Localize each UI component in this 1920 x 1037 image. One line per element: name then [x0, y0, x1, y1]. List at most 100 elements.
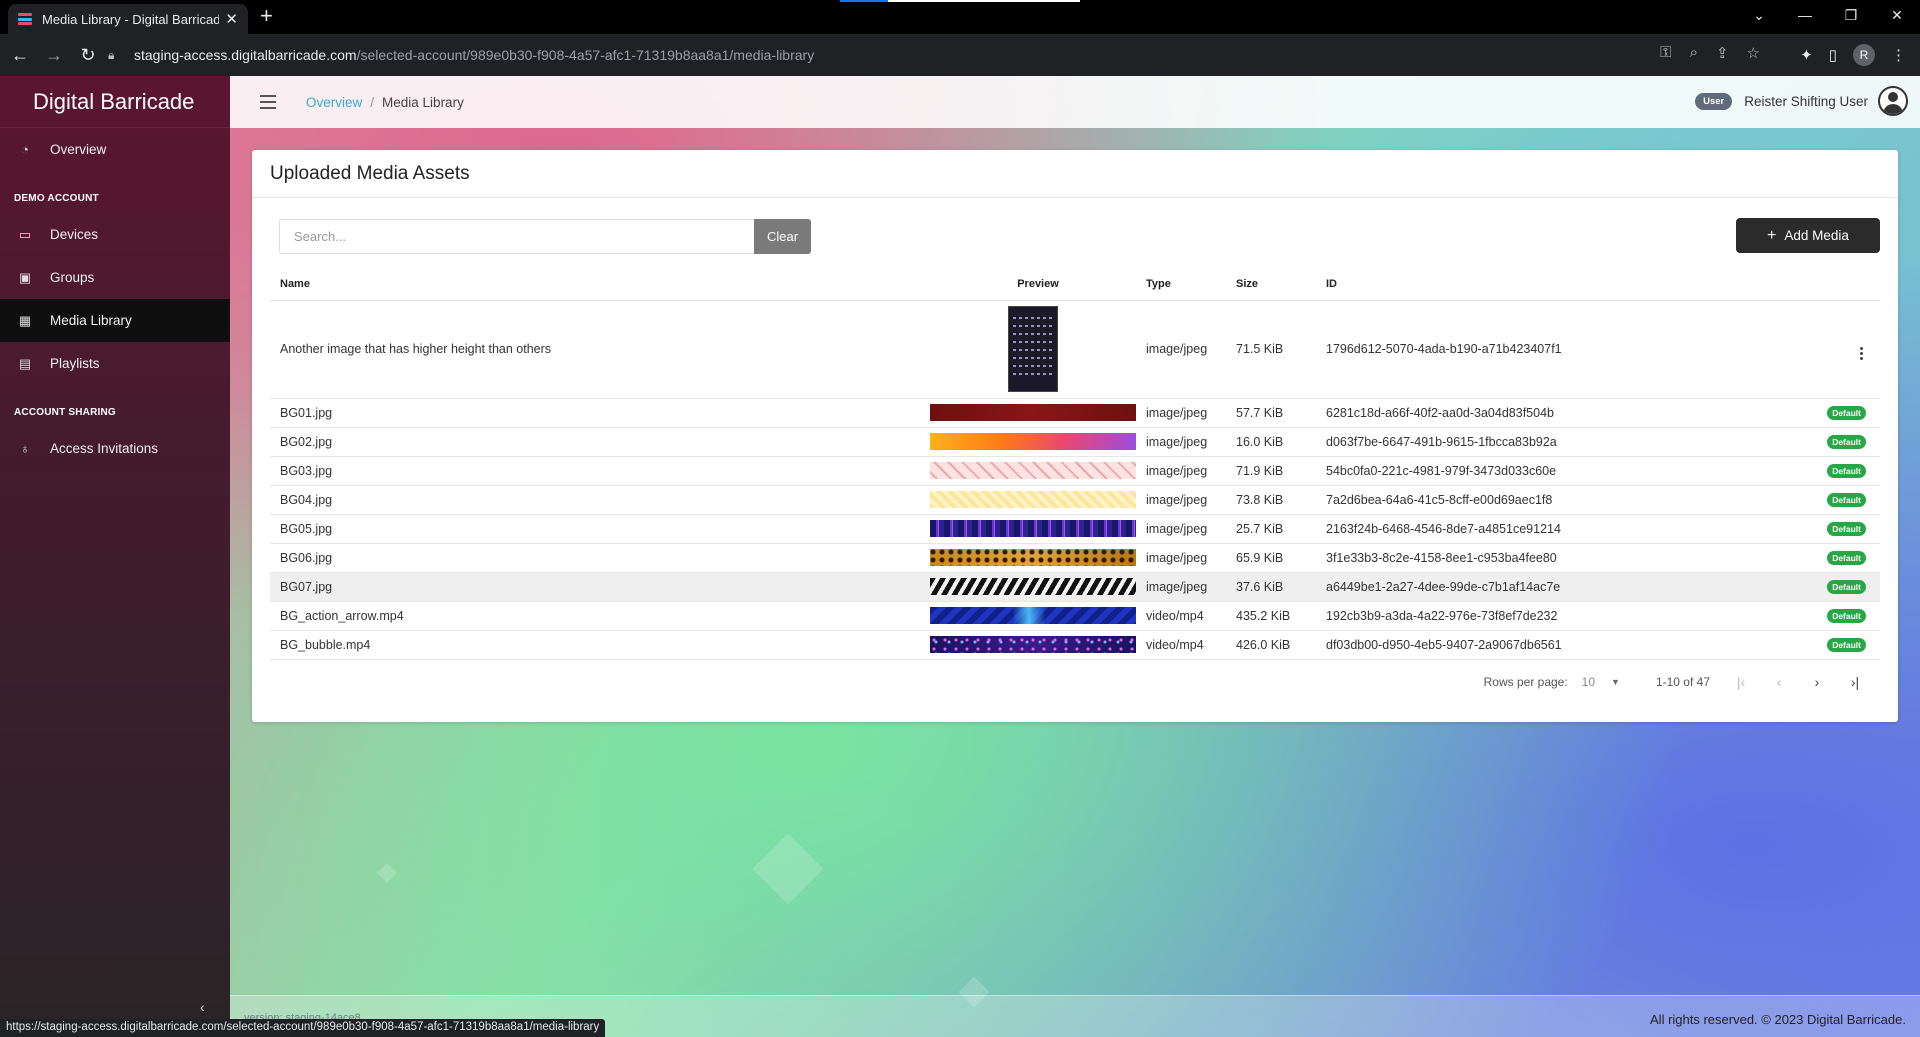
sidebar-collapse-icon[interactable]: ‹: [200, 999, 205, 1015]
search-bar: Clear: [279, 219, 811, 254]
user-avatar-icon[interactable]: [1878, 86, 1908, 116]
reload-icon[interactable]: ↻: [74, 45, 102, 66]
role-badge: User: [1695, 92, 1733, 110]
col-actions-header: [1816, 268, 1880, 301]
cell-actions: Default: [1816, 601, 1880, 631]
cell-size: 65.9 KiB: [1226, 543, 1316, 573]
devices-icon: ▭: [18, 226, 32, 242]
table-row[interactable]: BG_bubble.mp4 video/mp4 426.0 KiB df03db…: [270, 630, 1880, 660]
cell-actions: Default: [1816, 427, 1880, 457]
sidebar-item-label: Media Library: [50, 313, 132, 328]
search-input[interactable]: [279, 219, 754, 254]
bookmark-star-icon[interactable]: ☆: [1747, 44, 1760, 62]
clear-button[interactable]: Clear: [754, 219, 811, 254]
cell-actions: Default: [1816, 543, 1880, 573]
sidebar-item-groups[interactable]: ▣ Groups: [0, 256, 230, 299]
breadcrumb-current: Media Library: [382, 94, 464, 110]
table-row[interactable]: BG_action_arrow.mp4 video/mp4 435.2 KiB …: [270, 601, 1880, 631]
sidebar-item-overview[interactable]: ◔ Overview: [0, 128, 230, 171]
cell-size: 25.7 KiB: [1226, 514, 1316, 544]
rows-per-page-select[interactable]: 10: [1582, 675, 1595, 689]
sidebar-item-playlists[interactable]: ▤ Playlists: [0, 342, 230, 385]
table-row[interactable]: BG05.jpg image/jpeg 25.7 KiB 2163f24b-64…: [270, 514, 1880, 544]
col-name-header[interactable]: Name: [270, 268, 930, 301]
cell-type: image/jpeg: [1136, 543, 1226, 573]
copyright: All rights reserved. © 2023 Digital Barr…: [1650, 1012, 1906, 1027]
new-tab-icon[interactable]: +: [260, 5, 273, 27]
side-panel-icon[interactable]: ▯: [1829, 46, 1837, 64]
col-type-header[interactable]: Type: [1136, 268, 1226, 301]
cell-name: BG01.jpg: [270, 398, 930, 428]
cell-preview: [930, 456, 1136, 486]
url-field[interactable]: 🔒︎ staging-access.digitalbarricade.com/s…: [108, 40, 1678, 70]
cell-preview: [930, 514, 1136, 544]
tab-title: Media Library - Digital Barricade: [42, 11, 220, 27]
plus-icon: +: [1767, 226, 1777, 244]
playlist-icon: ▤: [18, 355, 32, 371]
lock-icon[interactable]: 🔒︎: [108, 48, 128, 63]
table-row[interactable]: Another image that has higher height tha…: [270, 300, 1880, 399]
cell-preview: [930, 601, 1136, 631]
cell-id: a6449be1-2a27-4dee-99de-c7b1af14ac7e: [1316, 572, 1816, 602]
sidebar-item-devices[interactable]: ▭ Devices: [0, 213, 230, 256]
cell-id: 1796d612-5070-4ada-b190-a71b423407f1: [1316, 300, 1816, 399]
menu-toggle-icon[interactable]: [260, 95, 276, 109]
cell-type: video/mp4: [1136, 630, 1226, 660]
toolbar-actions: ✦ ▯ R ⋮: [1800, 44, 1906, 66]
default-badge: Default: [1827, 464, 1866, 478]
col-size-header[interactable]: Size: [1226, 268, 1316, 301]
preview-thumbnail: [930, 520, 1136, 537]
user-menu[interactable]: User Reister Shifting User: [1695, 86, 1908, 116]
share-icon[interactable]: ⇪: [1716, 44, 1729, 62]
browser-menu-icon[interactable]: ⋮: [1891, 46, 1906, 64]
next-page-icon[interactable]: ›: [1810, 674, 1824, 690]
window-close-icon[interactable]: ✕: [1874, 0, 1920, 30]
preview-thumbnail: [930, 549, 1136, 566]
breadcrumb-separator: /: [370, 94, 375, 110]
col-id-header[interactable]: ID: [1316, 268, 1816, 301]
cell-type: image/jpeg: [1136, 398, 1226, 428]
cell-type: image/jpeg: [1136, 427, 1226, 457]
cell-size: 426.0 KiB: [1226, 630, 1316, 660]
forward-icon[interactable]: →: [40, 45, 68, 66]
chevron-down-icon[interactable]: ▼: [1611, 677, 1620, 687]
cell-name: BG05.jpg: [270, 514, 930, 544]
table-row[interactable]: BG04.jpg image/jpeg 73.8 KiB 7a2d6bea-64…: [270, 485, 1880, 515]
prev-page-icon[interactable]: ‹: [1772, 674, 1786, 690]
cell-id: 3f1e33b3-8c2e-4158-8ee1-c953ba4fee80: [1316, 543, 1816, 573]
user-name[interactable]: Reister Shifting User: [1744, 94, 1868, 109]
table-row[interactable]: BG01.jpg image/jpeg 57.7 KiB 6281c18d-a6…: [270, 398, 1880, 428]
zoom-icon[interactable]: ⌕: [1690, 44, 1698, 62]
cell-preview: [930, 630, 1136, 660]
groups-icon: ▣: [18, 269, 32, 285]
cell-id: 6281c18d-a66f-40f2-aa0d-3a04d83f504b: [1316, 398, 1816, 428]
minimize-icon[interactable]: —: [1782, 0, 1828, 30]
sidebar-item-access-invitations[interactable]: ♁ Access Invitations: [0, 427, 230, 470]
preview-thumbnail: [930, 578, 1136, 595]
table-row[interactable]: BG03.jpg image/jpeg 71.9 KiB 54bc0fa0-22…: [270, 456, 1880, 486]
back-icon[interactable]: ←: [6, 45, 34, 66]
restore-icon[interactable]: ❐: [1828, 0, 1874, 30]
default-badge: Default: [1827, 551, 1866, 565]
sidebar-item-media-library[interactable]: ▦ Media Library: [0, 299, 230, 342]
table-row[interactable]: BG02.jpg image/jpeg 16.0 KiB d063f7be-66…: [270, 427, 1880, 457]
browser-tab[interactable]: Media Library - Digital Barricade ✕: [8, 4, 248, 34]
first-page-icon[interactable]: |‹: [1734, 674, 1748, 690]
cell-name: BG06.jpg: [270, 543, 930, 573]
extensions-icon[interactable]: ✦: [1800, 46, 1813, 64]
cell-size: 71.5 KiB: [1226, 300, 1316, 399]
breadcrumb-overview-link[interactable]: Overview: [306, 95, 362, 110]
cell-name: BG07.jpg: [270, 572, 930, 602]
brand-title[interactable]: Digital Barricade: [0, 76, 230, 128]
cell-name: BG03.jpg: [270, 456, 930, 486]
tab-search-icon[interactable]: ⌄: [1736, 0, 1782, 30]
tab-close-icon[interactable]: ✕: [225, 10, 238, 28]
cell-id: 54bc0fa0-221c-4981-979f-3473d033c60e: [1316, 456, 1816, 486]
more-options-icon[interactable]: [1856, 346, 1866, 360]
table-row[interactable]: BG07.jpg image/jpeg 37.6 KiB a6449be1-2a…: [270, 572, 1880, 602]
table-row[interactable]: BG06.jpg image/jpeg 65.9 KiB 3f1e33b3-8c…: [270, 543, 1880, 573]
add-media-button[interactable]: + Add Media: [1736, 218, 1880, 253]
profile-avatar[interactable]: R: [1853, 44, 1875, 66]
last-page-icon[interactable]: ›|: [1848, 674, 1862, 690]
key-icon[interactable]: ⚿: [1660, 44, 1671, 62]
